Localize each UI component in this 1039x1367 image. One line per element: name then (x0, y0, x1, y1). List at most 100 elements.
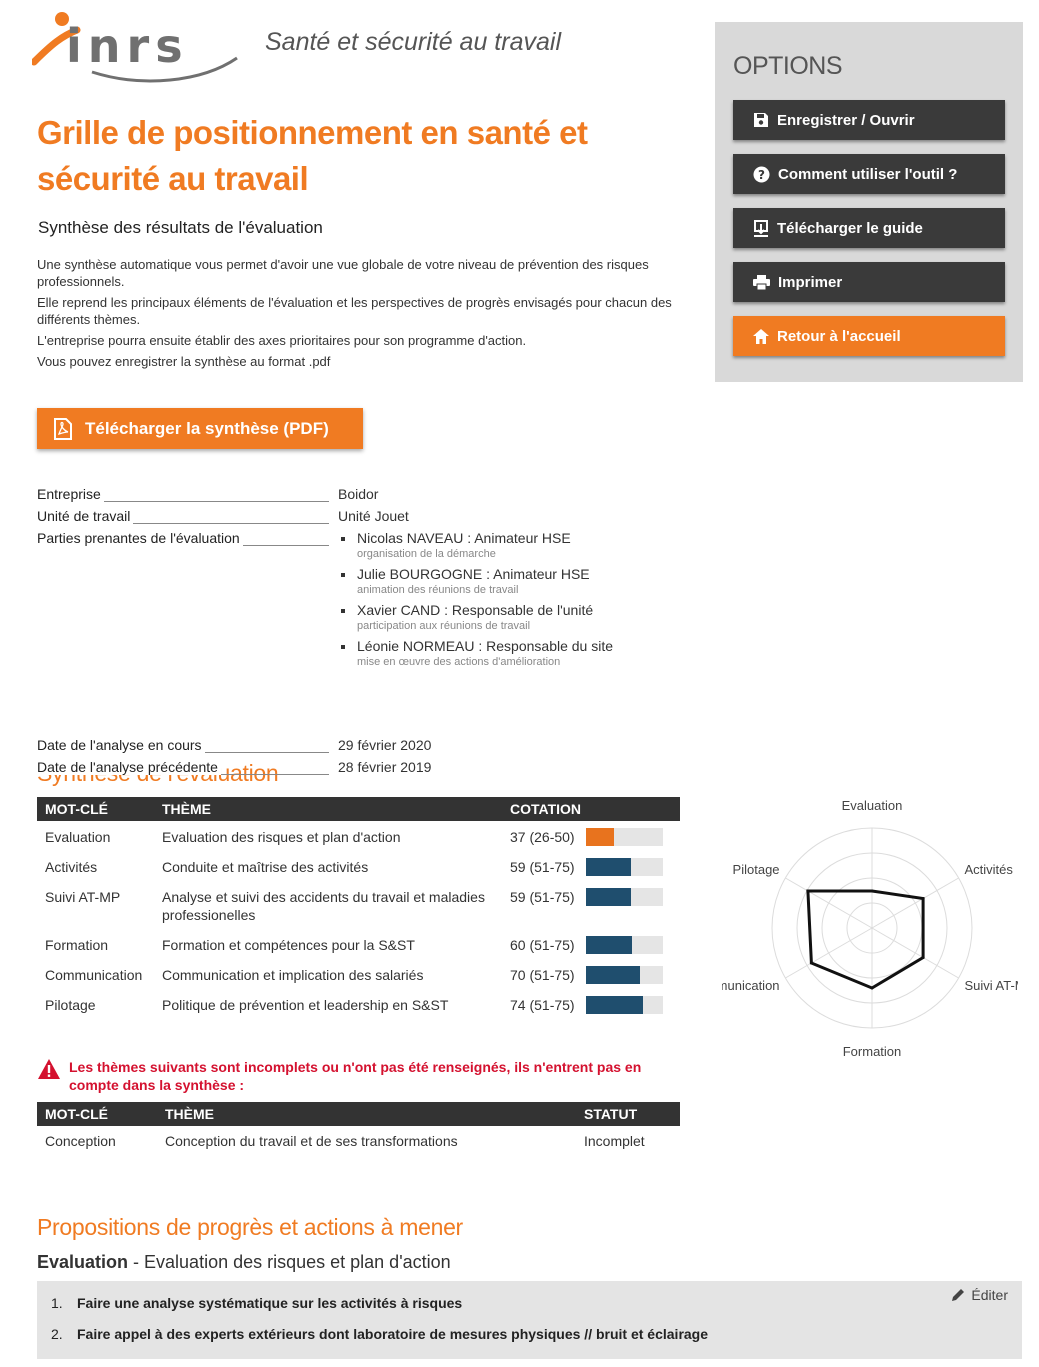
table-row: Suivi AT-MP Analyse et suivi des accident… (37, 881, 680, 929)
help-label: Comment utiliser l'outil ? (778, 165, 958, 183)
cotation-cell: 59 (51-75) (510, 889, 575, 905)
radar-axis-line (871, 877, 959, 929)
radar-axis-label: Communication (722, 978, 780, 993)
svg-text:?: ? (758, 168, 765, 182)
radar-axis-line (871, 927, 959, 979)
radar-chart: Evaluation Activités Suivi AT-MP Formation C… (722, 800, 1018, 1059)
download-guide-label: Télécharger le guide (777, 219, 923, 237)
stakeholder-name: Julie BOURGOGNE : Animateur HSE (357, 566, 590, 582)
score-bar-fill (586, 888, 632, 906)
page-subtitle: Synthèse des résultats de l'évaluation (38, 218, 323, 237)
intro-text: Une synthèse automatique vous permet d'a… (37, 256, 677, 374)
radar-axis-label: Formation (843, 1044, 902, 1059)
action-item: 1. Faire une analyse systématique sur les… (51, 1291, 1022, 1322)
options-panel: OPTIONS Enregistrer / Ouvrir ? Comment u… (715, 22, 1023, 382)
date-current-label: Date de l'analyse en cours (37, 737, 205, 753)
intro-paragraph: Elle reprend les principaux éléments de … (37, 295, 672, 327)
save-open-label: Enregistrer / Ouvrir (777, 111, 915, 129)
score-bar (586, 858, 663, 876)
action-text: Faire une analyse systématique sur les a… (77, 1295, 463, 1311)
subtitle-separator: - (128, 1252, 145, 1272)
score-bar-cell (586, 959, 680, 989)
cotation-cell: 59 (51-75) (510, 859, 575, 875)
score-bar-cell (586, 821, 680, 851)
score-bar (586, 888, 663, 906)
stakeholder-item: Julie BOURGOGNE : Animateur HSE animatio… (338, 566, 678, 597)
table-row: Formation Formation et compétences pour l… (37, 929, 680, 959)
radar-point (806, 889, 810, 893)
unite-value: Unité Jouet (338, 508, 409, 524)
action-list: 1. Faire une analyse systématique sur les… (51, 1291, 1022, 1353)
radar-axis-label: Evaluation (842, 800, 903, 813)
action-text: Faire appel à des experts extérieurs don… (77, 1326, 709, 1342)
download-pdf-button[interactable]: Télécharger la synthèse (PDF) (37, 408, 363, 449)
score-bar-cell (586, 929, 680, 959)
radar-axis-label: Suivi AT-MP (964, 978, 1018, 993)
stakeholder-role: mise en œuvre des actions d'amélioration (357, 656, 561, 668)
edit-button[interactable]: Éditer (950, 1287, 1008, 1303)
unite-label: Unité de travail (37, 508, 134, 524)
cotation-cell: 60 (51-75) (510, 937, 575, 953)
table-row: Conception Conception du travail et de s… (37, 1126, 680, 1156)
options-title: OPTIONS (733, 52, 843, 80)
cotation-cell: 74 (51-75) (510, 997, 575, 1013)
stakeholder-role: animation des réunions de travail (357, 584, 519, 596)
date-current-value: 29 février 2020 (338, 737, 432, 753)
keyword-cell: Activités (45, 859, 98, 875)
home-button[interactable]: Retour à l'accueil (733, 316, 1005, 356)
stakeholder-item: Nicolas NAVEAU : Animateur HSE organisat… (338, 530, 678, 561)
action-item: 2. Faire appel à des experts extérieurs d… (51, 1322, 1022, 1353)
print-button[interactable]: Imprimer (733, 262, 1005, 302)
theme-cell: Evaluation des risques et plan d'action (162, 829, 401, 845)
propositions-title: Propositions de progrès et actions à men… (37, 1214, 463, 1240)
download-guide-button[interactable]: Télécharger le guide (733, 208, 1005, 248)
theme-cell: Formation et compétences pour la S&ST (162, 937, 415, 953)
table-header-row: MOT-CLÉ THÈME STATUT (37, 1102, 680, 1126)
score-bar-fill (586, 936, 633, 954)
score-bar (586, 936, 663, 954)
column-header: MOT-CLÉ (37, 1102, 157, 1126)
warning-text: Les thèmes suivants sont incomplets ou n… (69, 1059, 642, 1093)
entreprise-value: Boidor (338, 486, 379, 502)
question-icon: ? (753, 166, 770, 182)
pdf-icon (54, 417, 72, 440)
stakeholder-role: organisation de la démarche (357, 548, 496, 560)
table-row: Pilotage Politique de prévention et leade… (37, 989, 680, 1019)
synthese-table: MOT-CLÉ THÈME COTATION Evaluation Evaluat… (37, 797, 680, 1019)
column-header: THÈME (154, 797, 502, 821)
download-pdf-label: Télécharger la synthèse (PDF) (85, 418, 329, 438)
score-bar-fill (586, 966, 640, 984)
theme-cell: Conception du travail et de ses transfor… (165, 1133, 458, 1149)
entreprise-label: Entreprise (37, 486, 104, 502)
help-button[interactable]: ? Comment utiliser l'outil ? (733, 154, 1005, 194)
table-row: Evaluation Evaluation des risques et plan… (37, 821, 680, 851)
intro-paragraph: L'entreprise pourra ensuite établir des … (37, 333, 527, 348)
page-title: Grille de positionnement en santé et séc… (37, 114, 588, 197)
score-bar (586, 828, 663, 846)
actions-panel: 1. Faire une analyse systématique sur les… (37, 1281, 1022, 1359)
edit-label: Éditer (971, 1287, 1008, 1303)
logo-wordmark: inrs (66, 19, 189, 73)
stakeholder-name: Xavier CAND : Responsable de l'unité (357, 602, 594, 618)
table-header-row: MOT-CLÉ THÈME COTATION (37, 797, 680, 821)
theme-cell: Analyse et suivi des accidents du travai… (162, 889, 485, 923)
radar-series-polygon (806, 889, 925, 990)
cotation-cell: 37 (26-50) (510, 829, 575, 845)
column-header: STATUT (576, 1102, 680, 1126)
radar-axis-label: Activités (964, 862, 1013, 877)
incomplete-table: MOT-CLÉ THÈME STATUT Conception Concepti… (37, 1102, 680, 1156)
table-row: Activités Conduite et maîtrise des activi… (37, 851, 680, 881)
keyword-cell: Evaluation (45, 829, 111, 845)
inrs-logo[interactable]: inrs (30, 10, 252, 90)
date-previous-label: Date de l'analyse précédente (37, 759, 221, 775)
column-header: COTATION (502, 797, 680, 821)
save-open-button[interactable]: Enregistrer / Ouvrir (733, 100, 1005, 140)
evaluation-metadata: Entreprise Boidor Unité de travail Unité… (37, 486, 677, 781)
action-number: 2. (51, 1326, 63, 1342)
radar-point (921, 897, 925, 900)
radar-point (809, 961, 813, 965)
stakeholder-item: Xavier CAND : Responsable de l'unité par… (338, 602, 678, 633)
radar-point (870, 986, 874, 990)
theme-cell: Politique de prévention et leadership en… (162, 997, 449, 1013)
score-bar-cell (586, 881, 680, 929)
